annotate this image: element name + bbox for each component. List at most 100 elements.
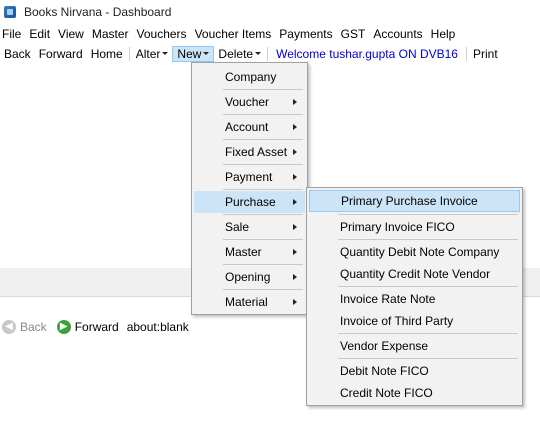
menu-vouchers[interactable]: Vouchers xyxy=(135,27,193,41)
purchase-item-primary-invoice-fico[interactable]: Primary Invoice FICO xyxy=(309,216,520,238)
menu-item-label: Fixed Asset xyxy=(225,145,288,159)
menu-item-label: Material xyxy=(225,295,268,309)
menu-item-label: Invoice of Third Party xyxy=(340,314,454,328)
menu-separator xyxy=(223,239,303,240)
new-menu-item-opening[interactable]: Opening xyxy=(194,266,305,288)
menu-separator xyxy=(338,286,518,287)
menu-separator xyxy=(338,239,518,240)
menu-item-label: Quantity Debit Note Company xyxy=(340,245,500,259)
toolbar-back-button[interactable]: Back xyxy=(0,47,35,61)
menu-separator xyxy=(338,333,518,334)
new-menu-item-voucher[interactable]: Voucher xyxy=(194,91,305,113)
menu-separator xyxy=(223,289,303,290)
address-text: about:blank xyxy=(126,320,189,334)
new-menu-item-company[interactable]: Company xyxy=(194,66,305,88)
submenu-arrow-icon xyxy=(293,274,297,280)
menu-item-label: Master xyxy=(225,245,262,259)
menu-item-label: Invoice Rate Note xyxy=(340,292,436,306)
toolbar-alter-button[interactable]: Alter xyxy=(132,47,173,61)
submenu-arrow-icon xyxy=(293,174,297,180)
menu-item-label: Credit Note FICO xyxy=(340,386,433,400)
submenu-arrow-icon xyxy=(293,199,297,205)
submenu-arrow-icon xyxy=(293,99,297,105)
menu-master[interactable]: Master xyxy=(90,27,135,41)
alter-label: Alter xyxy=(135,47,161,61)
purchase-item-vendor-expense[interactable]: Vendor Expense xyxy=(309,335,520,357)
menu-separator xyxy=(223,264,303,265)
menu-separator xyxy=(223,89,303,90)
toolbar: Back Forward Home Alter New Delete Welco… xyxy=(0,44,540,64)
toolbar-new-button[interactable]: New xyxy=(172,46,215,62)
menu-gst[interactable]: GST xyxy=(339,27,372,41)
toolbar-print-button[interactable]: Print xyxy=(469,47,502,61)
menu-bar: File Edit View Master Vouchers Voucher I… xyxy=(0,24,540,44)
toolbar-delete-button[interactable]: Delete xyxy=(214,47,265,61)
submenu-arrow-icon xyxy=(293,249,297,255)
new-menu-item-master[interactable]: Master xyxy=(194,241,305,263)
toolbar-home-button[interactable]: Home xyxy=(87,47,127,61)
menu-accounts[interactable]: Accounts xyxy=(371,27,428,41)
menu-item-label: Vendor Expense xyxy=(340,339,429,353)
menu-item-label: Company xyxy=(225,70,277,84)
back-arrow-icon: ◀ xyxy=(2,320,16,334)
browser-forward-label: Forward xyxy=(74,320,119,334)
new-menu-item-fixed-asset[interactable]: Fixed Asset xyxy=(194,141,305,163)
browser-forward-button[interactable]: ▶ Forward xyxy=(56,320,119,334)
toolbar-separator xyxy=(128,47,130,61)
welcome-text: Welcome tushar.gupta ON DVB16 xyxy=(276,47,458,61)
menu-payments[interactable]: Payments xyxy=(277,27,338,41)
browser-back-button[interactable]: ◀ Back xyxy=(2,320,47,334)
submenu-arrow-icon xyxy=(293,124,297,130)
forward-arrow-icon: ▶ xyxy=(56,320,71,334)
menu-item-label: Debit Note FICO xyxy=(340,364,429,378)
new-menu-item-payment[interactable]: Payment xyxy=(194,166,305,188)
purchase-item-debit-note-fico[interactable]: Debit Note FICO xyxy=(309,360,520,382)
menu-separator xyxy=(223,214,303,215)
submenu-arrow-icon xyxy=(293,224,297,230)
menu-item-label: Payment xyxy=(225,170,273,184)
submenu-arrow-icon xyxy=(293,149,297,155)
menu-voucher-items[interactable]: Voucher Items xyxy=(193,27,278,41)
app-icon xyxy=(4,6,16,18)
menu-item-label: Purchase xyxy=(225,195,276,209)
menu-file[interactable]: File xyxy=(0,27,27,41)
purchase-item-quantity-debit-note-company[interactable]: Quantity Debit Note Company xyxy=(309,241,520,263)
menu-help[interactable]: Help xyxy=(429,27,462,41)
menu-separator xyxy=(223,164,303,165)
menu-item-label: Voucher xyxy=(225,95,270,109)
purchase-item-invoice-of-third-party[interactable]: Invoice of Third Party xyxy=(309,310,520,332)
delete-label: Delete xyxy=(218,47,254,61)
purchase-item-quantity-credit-note-vendor[interactable]: Quantity Credit Note Vendor xyxy=(309,263,520,285)
browser-back-label: Back xyxy=(20,320,47,334)
menu-item-label: Primary Invoice FICO xyxy=(340,220,455,234)
menu-separator xyxy=(338,214,518,215)
menu-separator xyxy=(223,114,303,115)
new-label: New xyxy=(177,47,202,61)
submenu-arrow-icon xyxy=(293,299,297,305)
purchase-submenu: Primary Purchase Invoice Primary Invoice… xyxy=(306,187,523,406)
window-title: Books Nirvana - Dashboard xyxy=(24,5,172,19)
new-dropdown-icon xyxy=(203,51,210,55)
menu-separator xyxy=(223,189,303,190)
menu-item-label: Quantity Credit Note Vendor xyxy=(340,267,491,281)
menu-item-label: Primary Purchase Invoice xyxy=(341,194,478,208)
new-dropdown-menu: Company Voucher Account Fixed Asset Paym… xyxy=(191,62,308,315)
purchase-item-primary-purchase-invoice[interactable]: Primary Purchase Invoice xyxy=(309,190,520,212)
new-menu-item-material[interactable]: Material xyxy=(194,291,305,313)
title-bar: Books Nirvana - Dashboard xyxy=(0,0,540,24)
menu-item-label: Opening xyxy=(225,270,271,284)
new-menu-item-sale[interactable]: Sale xyxy=(194,216,305,238)
toolbar-forward-button[interactable]: Forward xyxy=(35,47,87,61)
menu-item-label: Account xyxy=(225,120,269,134)
toolbar-separator xyxy=(465,47,467,61)
purchase-item-invoice-rate-note[interactable]: Invoice Rate Note xyxy=(309,288,520,310)
new-menu-item-account[interactable]: Account xyxy=(194,116,305,138)
new-menu-item-purchase[interactable]: Purchase xyxy=(194,191,305,213)
menu-separator xyxy=(223,139,303,140)
menu-view[interactable]: View xyxy=(56,27,90,41)
delete-dropdown-icon xyxy=(255,51,262,55)
purchase-item-credit-note-fico[interactable]: Credit Note FICO xyxy=(309,382,520,404)
menu-separator xyxy=(338,358,518,359)
alter-dropdown-icon xyxy=(162,51,169,55)
menu-edit[interactable]: Edit xyxy=(27,27,56,41)
